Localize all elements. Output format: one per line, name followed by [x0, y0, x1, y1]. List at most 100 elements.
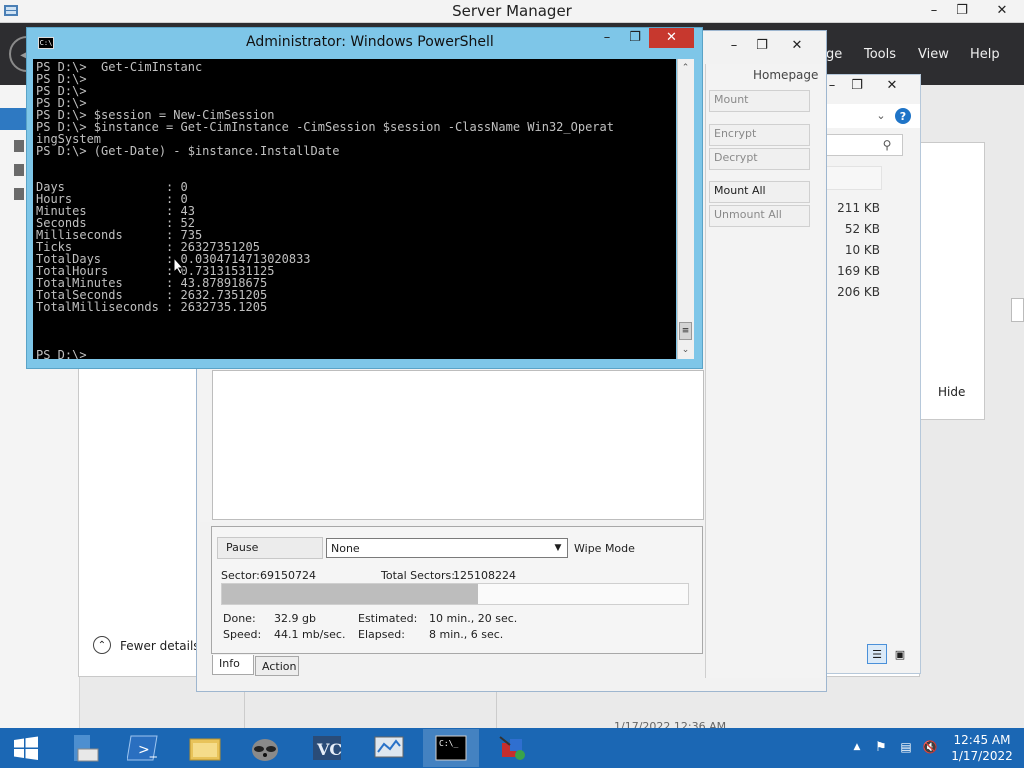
taskbar-setup-app[interactable] — [485, 729, 541, 767]
close-button[interactable]: ✕ — [985, 1, 1019, 21]
sector-value: 69150724 — [260, 569, 316, 582]
file-size: 211 KB — [837, 201, 880, 215]
folder-icon — [189, 738, 221, 761]
search-icon: ⚲ — [882, 138, 892, 152]
encrypt-button[interactable]: Encrypt — [709, 124, 810, 146]
hide-panel — [920, 142, 985, 420]
taskbar-veracrypt[interactable]: VC — [299, 729, 355, 767]
menu-view[interactable]: View — [918, 47, 949, 62]
estimated-value: 10 min., 20 sec. — [429, 612, 518, 625]
clock-date[interactable]: 1/17/2022 — [950, 749, 1014, 763]
svg-text:VC: VC — [316, 740, 342, 759]
decrypt-button[interactable]: Decrypt — [709, 148, 810, 170]
console-scrollbar[interactable] — [677, 59, 694, 359]
volume-muted-icon[interactable]: 🔇 — [920, 738, 940, 756]
scrollbar-thumb[interactable] — [1011, 298, 1024, 322]
network-icon[interactable]: ▤ — [897, 738, 915, 756]
fewer-details-link[interactable]: Fewer details — [120, 639, 200, 653]
unmount-all-button[interactable]: Unmount All — [709, 205, 810, 227]
total-sectors-label: Total Sectors: — [381, 569, 455, 582]
powershell-title: Administrator: Windows PowerShell — [246, 34, 494, 50]
taskbar-raccoon-app[interactable] — [237, 729, 293, 767]
done-value: 32.9 gb — [274, 612, 316, 625]
menu-manage[interactable]: ge — [826, 47, 842, 62]
progress-bar — [221, 583, 689, 605]
clock-time[interactable]: 12:45 AM — [950, 733, 1014, 747]
sidebar-icon-local-server[interactable] — [14, 140, 24, 152]
scroll-thumb-icon[interactable]: ≡ — [679, 322, 692, 340]
sidebar-item-selected[interactable] — [0, 108, 28, 130]
pause-button[interactable]: Pause — [217, 537, 323, 559]
taskbar-cmd-active[interactable]: C:\_ — [423, 729, 479, 767]
tab-action[interactable]: Action — [255, 656, 299, 676]
raccoon-icon — [252, 739, 278, 761]
veracrypt-icon: VC — [313, 736, 342, 760]
menu-tools[interactable]: Tools — [864, 47, 896, 62]
details-view-icon[interactable]: ☰ — [867, 644, 887, 664]
file-size: 206 KB — [837, 285, 880, 299]
svg-text:C:\_: C:\_ — [439, 739, 458, 748]
speed-value: 44.1 mb/sec. — [274, 628, 346, 641]
mouse-cursor-icon — [173, 256, 185, 275]
explorer-restore-button[interactable]: ❐ — [845, 76, 869, 96]
total-sectors-value: 125108224 — [453, 569, 516, 582]
chevron-up-icon[interactable]: ⌃ — [93, 636, 111, 654]
minimize-button[interactable]: – — [919, 1, 949, 21]
explorer-close-button[interactable]: ✕ — [877, 76, 907, 96]
taskbar-file-explorer[interactable] — [177, 729, 233, 767]
thumbnail-view-icon[interactable]: ▣ — [890, 644, 910, 664]
windows-logo-icon — [14, 736, 38, 760]
vc-restore-button[interactable]: ❐ — [749, 36, 775, 56]
menu-help[interactable]: Help — [970, 47, 1000, 62]
console-icon: C:\_ — [435, 735, 467, 761]
scroll-down-icon[interactable]: ⌄ — [678, 343, 693, 357]
restore-button[interactable]: ❐ — [947, 1, 977, 21]
estimated-label: Estimated: — [358, 612, 418, 625]
done-label: Done: — [223, 612, 256, 625]
vc-close-button[interactable]: ✕ — [779, 36, 815, 56]
flag-icon[interactable]: ⚑ — [872, 738, 890, 756]
ps-restore-button[interactable]: ❐ — [622, 28, 648, 48]
file-size: 10 KB — [844, 243, 880, 257]
file-size: 52 KB — [844, 222, 880, 236]
sidebar-icon-all-servers[interactable] — [14, 164, 24, 176]
elapsed-label: Elapsed: — [358, 628, 405, 641]
server-manager-icon — [74, 735, 99, 762]
monitor-chart-icon — [374, 736, 404, 758]
table-divider — [496, 692, 497, 728]
mount-button[interactable]: Mount — [709, 90, 810, 112]
file-size: 169 KB — [837, 264, 880, 278]
wipe-mode-label: Wipe Mode — [574, 542, 635, 555]
sector-label: Sector: — [221, 569, 260, 582]
window-title: Server Manager — [452, 2, 572, 20]
show-hidden-icons[interactable]: ▲ — [850, 740, 864, 754]
sidebar-icon-file-services[interactable] — [14, 188, 24, 200]
taskbar-server-manager[interactable] — [55, 729, 111, 767]
file-list-header — [826, 166, 882, 190]
powershell-icon: >_ — [127, 735, 158, 761]
explorer-window — [826, 74, 921, 674]
tab-info[interactable]: Info — [212, 655, 254, 675]
scroll-up-icon[interactable]: ⌃ — [678, 61, 693, 75]
hide-button[interactable]: Hide — [938, 385, 965, 399]
homepage-link[interactable]: Homepage — [753, 68, 818, 82]
help-icon[interactable]: ? — [895, 108, 911, 124]
start-button[interactable] — [0, 729, 52, 767]
chevron-down-icon[interactable]: ⌄ — [874, 108, 888, 122]
wipe-mode-select[interactable]: None — [326, 538, 568, 558]
powershell-app-icon: C:\ — [38, 37, 54, 49]
console-output[interactable]: PS D:\> Get-CimInstanc PS D:\> PS D:\> P… — [33, 59, 676, 359]
ps-minimize-button[interactable]: – — [594, 28, 620, 48]
dropdown-arrow-icon[interactable]: ▼ — [551, 541, 565, 555]
ps-close-button[interactable]: ✕ — [649, 28, 694, 48]
wipe-mode-value: None — [331, 542, 360, 555]
mount-all-button[interactable]: Mount All — [709, 181, 810, 203]
taskbar-performance-monitor[interactable] — [361, 729, 417, 767]
taskbar-powershell-shortcut[interactable]: >_ — [115, 729, 171, 767]
vc-volume-list — [212, 370, 704, 520]
speed-label: Speed: — [223, 628, 262, 641]
setup-package-icon — [499, 736, 525, 760]
elapsed-value: 8 min., 6 sec. — [429, 628, 504, 641]
svg-text:>_: >_ — [138, 742, 158, 758]
vc-minimize-button[interactable]: – — [721, 36, 747, 56]
